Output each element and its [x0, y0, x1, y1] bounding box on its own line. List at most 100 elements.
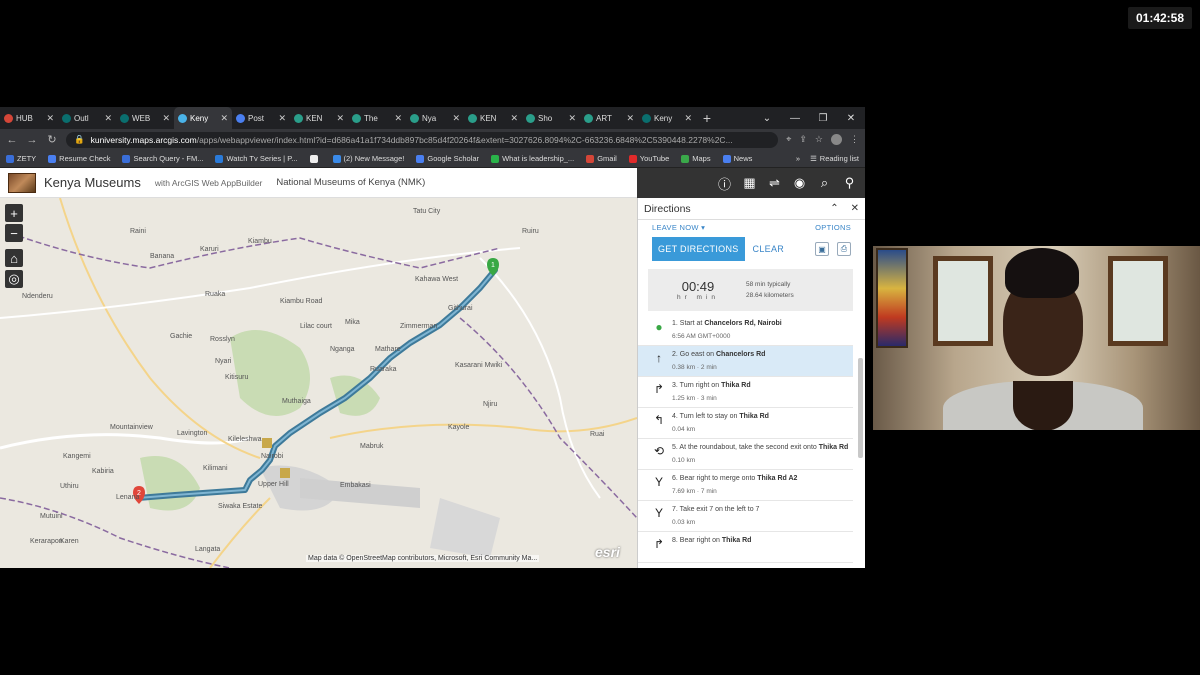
options-link[interactable]: OPTIONS [815, 223, 851, 232]
tab-close-icon[interactable]: ✕ [394, 113, 402, 124]
tab-2[interactable]: WEB ✕ [116, 107, 174, 129]
direction-step[interactable]: ↱ 3. Turn right on Thika Rd 1.25 km · 3 mi… [638, 377, 853, 408]
basemap: 1 2 [0, 198, 637, 568]
query-icon[interactable]: ⌕ [817, 175, 832, 191]
near-me-icon[interactable]: ◉ [792, 175, 807, 191]
map-attribution: Map data © OpenStreetMap contributors, M… [306, 555, 540, 562]
direction-step[interactable]: Y 7. Take exit 7 on the left to 7 0.03 km [638, 501, 853, 532]
tab-close-icon[interactable]: ✕ [104, 113, 112, 124]
direction-step[interactable]: Y 6. Bear right to merge onto Thika Rd A2… [638, 470, 853, 501]
location-icon[interactable]: ⌖ [786, 134, 791, 145]
tab-6[interactable]: The ✕ [348, 107, 406, 129]
step-distance: 0.03 km [672, 519, 696, 526]
leave-now-dropdown[interactable]: LEAVE NOW ▾ [652, 223, 705, 232]
save-icon[interactable]: ▣ [815, 242, 829, 256]
turn-left-icon: ↰ [653, 413, 665, 427]
tab-label: WEB [132, 113, 151, 123]
direction-step[interactable]: ↑ 2. Go east on Chancelors Rd 0.38 km · 2 … [638, 346, 853, 377]
tab-7[interactable]: Nya ✕ [406, 107, 464, 129]
url-path: /apps/webappviewer/index.html?id=d686a41… [196, 134, 733, 145]
tab-4[interactable]: Post ✕ [232, 107, 290, 129]
start-pin-icon: ● [655, 320, 663, 334]
map-view[interactable]: 1 2 Tatu City Kiambu Ndenderu Banana Raini Ka… [0, 198, 637, 568]
get-directions-button[interactable]: GET DIRECTIONS [652, 237, 745, 261]
share-icon[interactable]: ⇪ [799, 134, 807, 145]
tab-close-icon[interactable]: ✕ [568, 113, 576, 124]
tab-0[interactable]: HUB ✕ [0, 107, 58, 129]
home-button[interactable]: ⌂ [5, 249, 23, 267]
direction-step[interactable]: ↱ 8. Bear right on Thika Rd [638, 532, 853, 563]
tab-10[interactable]: ART ✕ [580, 107, 638, 129]
direction-step[interactable]: ⟲ 5. At the roundabout, take the second e… [638, 439, 853, 470]
bookmark-9[interactable]: YouTube [628, 154, 669, 163]
directions-icon[interactable]: ⇌ [767, 175, 782, 191]
direction-step[interactable]: ↰ 4. Turn left to stay on Thika Rd 0.04 km [638, 408, 853, 439]
tab-1[interactable]: Outl ✕ [58, 107, 116, 129]
about-icon[interactable]: ⓘ [717, 176, 732, 192]
back-button[interactable]: ← [6, 134, 18, 146]
url-field[interactable]: 🔒 kuniversity.maps.arcgis.com/apps/webap… [66, 131, 779, 148]
tab-close-icon[interactable]: ✕ [278, 113, 286, 124]
collapse-icon[interactable]: ⌃ [830, 203, 838, 214]
tab-close-icon[interactable]: ✕ [626, 113, 634, 124]
bookmark-1[interactable]: Resume Check [48, 154, 110, 163]
bookmark-11[interactable]: News [722, 154, 752, 163]
reload-button[interactable]: ↻ [46, 133, 58, 146]
tab-11[interactable]: Keny ✕ [638, 107, 696, 129]
bookmark-label: Resume Check [59, 154, 111, 163]
map-place-label: Kiambu [248, 238, 272, 245]
zoom-in-button[interactable]: + [5, 204, 23, 222]
panel-scrollbar[interactable] [858, 358, 863, 458]
tab-8[interactable]: KEN ✕ [464, 107, 522, 129]
clear-button[interactable]: CLEAR [753, 244, 785, 254]
print-icon[interactable]: ⎙ [837, 242, 851, 256]
tab-close-icon[interactable]: ✕ [684, 113, 692, 124]
tab-close-icon[interactable]: ✕ [162, 113, 170, 124]
tab-5[interactable]: KEN ✕ [290, 107, 348, 129]
straight-arrow-icon: ↑ [656, 351, 662, 365]
tab-close-icon[interactable]: ✕ [46, 113, 54, 124]
step-distance: 6:56 AM GMT+0000 [672, 333, 731, 340]
bear-right-icon: ↱ [653, 537, 665, 551]
direction-step[interactable]: ● 1. Start at Chancelors Rd, Nairobi 6:56 … [638, 315, 853, 346]
basemap-gallery-icon[interactable]: ▦ [742, 175, 757, 191]
analysis-icon[interactable]: ⚲ [842, 175, 857, 191]
travel-time: 00:49 [681, 279, 715, 294]
zoom-out-button[interactable]: − [5, 224, 23, 242]
close-window-button[interactable]: ✕ [837, 107, 865, 129]
reading-list-button[interactable]: ☰ Reading list [810, 154, 859, 163]
tab-close-icon[interactable]: ✕ [336, 113, 344, 124]
bookmark-10[interactable]: Maps [681, 154, 711, 163]
minimize-button[interactable]: — [781, 107, 809, 129]
bookmark-0[interactable]: ZETY [6, 154, 36, 163]
tab-search-icon[interactable]: ⌄ [753, 107, 781, 129]
bookmark-label: ZETY [17, 154, 37, 163]
bookmark-8[interactable]: Gmail [586, 154, 617, 163]
bookmark-star-icon[interactable]: ☆ [815, 134, 823, 145]
menu-icon[interactable]: ⋮ [850, 134, 859, 145]
tab-9[interactable]: Sho ✕ [522, 107, 580, 129]
step-road: Thika Rd [721, 537, 752, 544]
tab-close-icon[interactable]: ✕ [220, 113, 228, 124]
map-place-label: Upper Hill [258, 481, 289, 488]
bookmark-6[interactable]: Google Scholar [416, 154, 479, 163]
more-bookmarks-icon[interactable]: » [796, 154, 800, 163]
tab-close-icon[interactable]: ✕ [510, 113, 518, 124]
bookmark-3[interactable]: Watch Tv Series | P... [215, 154, 298, 163]
forward-button[interactable]: → [26, 134, 38, 146]
bookmark-2[interactable]: Search Query - FM... [122, 154, 203, 163]
tab-favicon-icon [294, 113, 303, 123]
bookmark-label: Search Query - FM... [133, 154, 204, 163]
my-location-button[interactable]: ◎ [5, 270, 23, 288]
tab-close-icon[interactable]: ✕ [452, 113, 460, 124]
bookmark-5[interactable]: (2) New Message! [332, 154, 404, 163]
bookmark-4[interactable] [309, 154, 321, 163]
new-tab-button[interactable]: + [696, 107, 718, 129]
map-place-label: Kabiria [92, 468, 114, 475]
tab-3[interactable]: Keny ✕ [174, 107, 232, 129]
webcam-video [873, 246, 1200, 430]
restore-button[interactable]: ❐ [809, 107, 837, 129]
profile-avatar[interactable] [831, 134, 842, 145]
bookmark-7[interactable]: What is leadership_... [491, 154, 574, 163]
close-panel-icon[interactable]: ✕ [851, 203, 859, 214]
